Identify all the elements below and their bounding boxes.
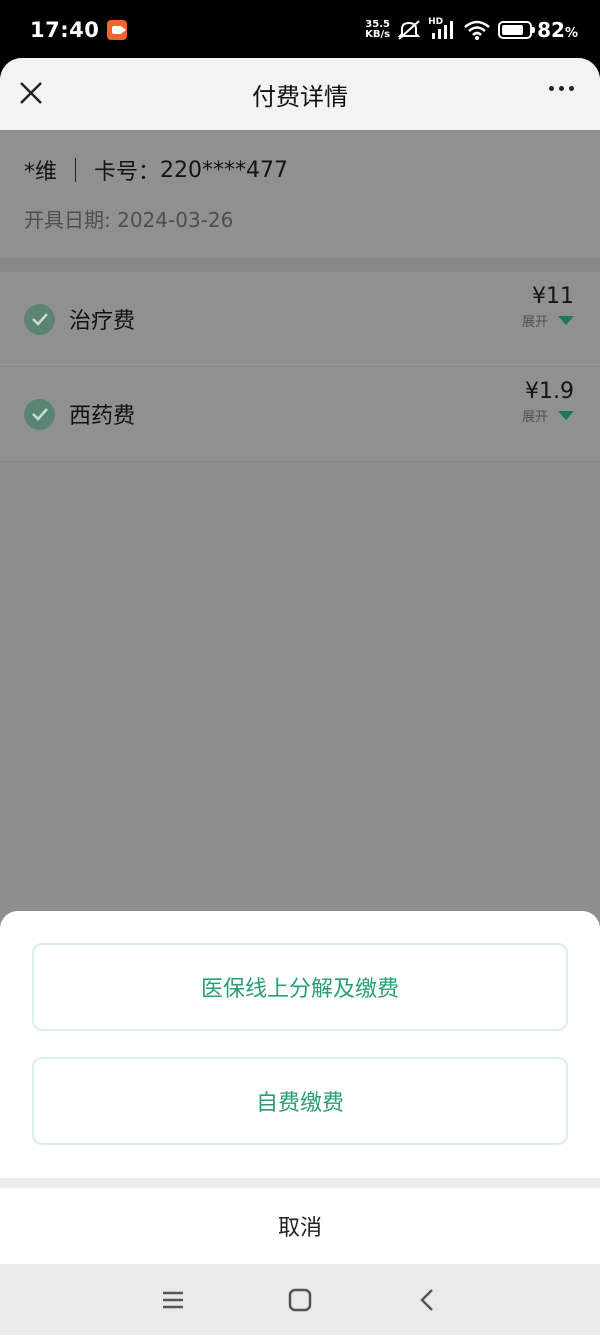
home-icon[interactable] xyxy=(280,1280,320,1320)
payment-action-sheet: 医保线上分解及缴费 自费缴费 取消 xyxy=(0,911,600,1335)
patient-card: *维 卡号： 220****477 开具日期: 2024-03-26 xyxy=(0,130,600,258)
fee-amount: ¥1.9 xyxy=(525,379,574,404)
system-nav-bar xyxy=(0,1264,600,1335)
close-icon[interactable] xyxy=(16,78,46,108)
issue-date: 开具日期: 2024-03-26 xyxy=(24,208,234,232)
insurance-payment-button[interactable]: 医保线上分解及缴费 xyxy=(32,943,568,1031)
cancel-button[interactable]: 取消 xyxy=(0,1188,600,1264)
status-bar: 17:40 35.5 KB/s HD 82% xyxy=(0,0,600,60)
divider xyxy=(75,158,77,182)
screen-record-icon xyxy=(107,20,128,40)
back-icon[interactable] xyxy=(407,1280,447,1320)
fee-item-treatment[interactable]: 治疗费 ¥11 展开 xyxy=(0,272,600,367)
self-pay-button[interactable]: 自费缴费 xyxy=(32,1057,568,1145)
page-title: 付费详情 xyxy=(252,82,348,111)
nav-bar: 付费详情 xyxy=(0,58,600,130)
status-time: 17:40 xyxy=(30,18,100,42)
card-separator: ： xyxy=(138,160,161,185)
fee-item-western-medicine[interactable]: 西药费 ¥1.9 展开 xyxy=(0,367,600,462)
card-number: 220****477 xyxy=(160,157,289,183)
card-label: 卡号 xyxy=(94,160,139,185)
network-speed: 35.5 KB/s xyxy=(365,19,391,40)
mute-icon xyxy=(397,20,421,40)
fee-name: 治疗费 xyxy=(69,309,136,334)
patient-name: *维 xyxy=(24,160,58,185)
chevron-down-icon xyxy=(558,411,574,420)
menu-icon[interactable] xyxy=(153,1280,193,1320)
fee-name: 西药费 xyxy=(69,404,136,429)
fee-amount: ¥11 xyxy=(532,284,574,309)
battery-icon xyxy=(498,21,536,39)
section-gap xyxy=(0,258,600,272)
wifi-icon xyxy=(464,20,490,40)
more-icon[interactable] xyxy=(549,86,574,91)
signal-icon: HD xyxy=(428,17,456,41)
expand-toggle[interactable]: 展开 xyxy=(522,311,574,330)
check-icon[interactable] xyxy=(24,303,55,335)
expand-toggle[interactable]: 展开 xyxy=(522,406,574,425)
check-icon[interactable] xyxy=(24,398,55,430)
battery-indicator: 82% xyxy=(498,18,578,42)
chevron-down-icon xyxy=(558,316,574,325)
